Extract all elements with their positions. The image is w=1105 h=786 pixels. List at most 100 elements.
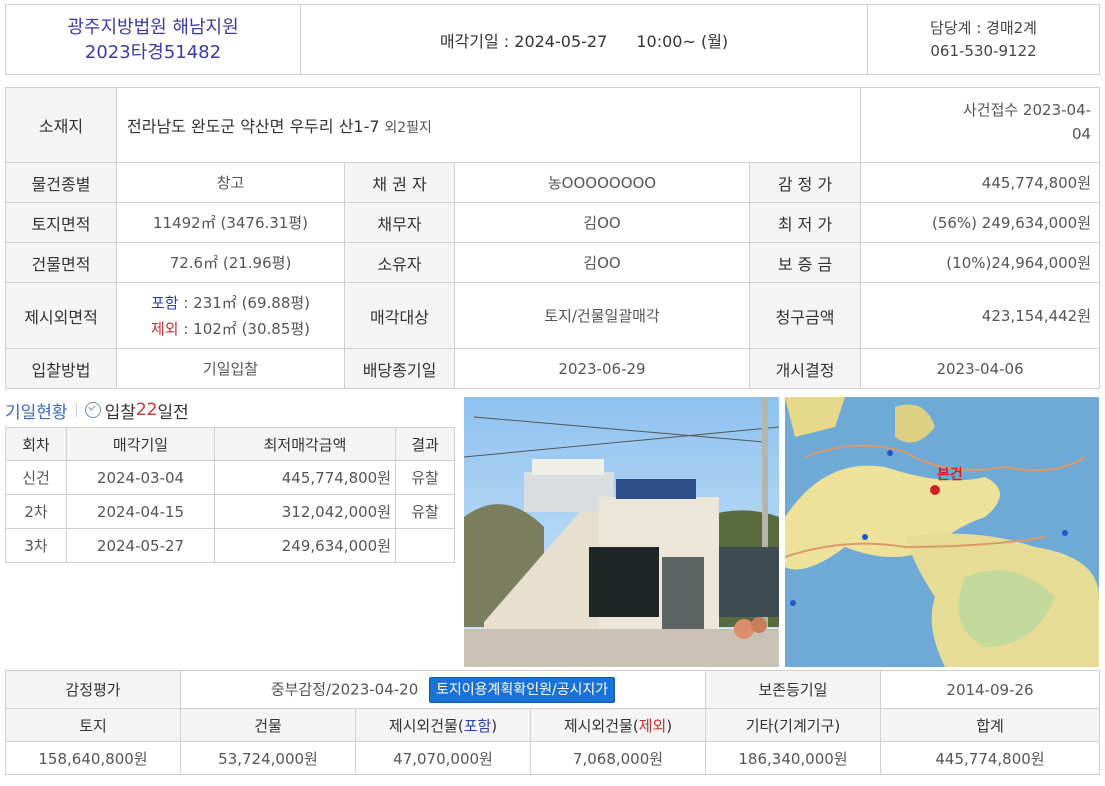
round: 3차 (5, 528, 67, 563)
owner: 김OO (454, 242, 750, 283)
row-label: 제시외면적 (5, 282, 117, 349)
address-extra: 외2필지 (384, 120, 432, 136)
property-type: 창고 (116, 162, 345, 203)
clock-check-icon (84, 402, 101, 418)
result (395, 528, 455, 563)
column-header: 매각기일 (66, 427, 215, 461)
row-label: 입찰방법 (5, 348, 117, 389)
row-label: 채 권 자 (344, 162, 455, 203)
sale-date: 매각기일 : 2024-05-27 (439, 31, 608, 51)
property-info-table: 소재지 전라남도 완도군 약산면 우두리 산1-7 외2필지 사건접수 2023… (5, 87, 1101, 389)
column-header: 토지 (5, 708, 181, 742)
column-header: 제시외건물(제외) (530, 708, 706, 742)
property-photo[interactable] (464, 397, 779, 667)
schedule-header: 기일현황 입찰 22 일전 (5, 398, 189, 423)
land-use-plan-button[interactable]: 토지이용계획확인원/공시지가 (429, 676, 616, 703)
bid-days: 22 (135, 400, 158, 420)
map-illustration: 본건 (785, 397, 1099, 667)
creditor: 농OOOOOOOO (454, 162, 750, 203)
column-header: 기타(기계기구) (705, 708, 881, 742)
info-row: 토지면적 11492㎡ (3476.31평) 채무자 김OO 최 저 가 (56… (5, 202, 1101, 243)
extra-excluded-value: 7,068,000원 (530, 741, 706, 775)
location-row: 소재지 전라남도 완도군 약산면 우두리 산1-7 외2필지 사건접수 2023… (5, 87, 1101, 163)
phone-number: 061-530-9122 (930, 41, 1037, 60)
map-marker-label: 본건 (937, 466, 963, 482)
included-label: 포함 (150, 293, 179, 312)
table-row: 2차 2024-04-15 312,042,000원 유찰 (5, 494, 455, 529)
extra-area: 포함 : 231㎡ (69.88평) 제외 : 102㎡ (30.85평) (116, 282, 345, 349)
sale-date: 2024-03-04 (66, 460, 215, 495)
column-header: 제시외건물(포함) (355, 708, 531, 742)
row-label: 소유자 (344, 242, 455, 283)
schedule-title: 기일현황 (5, 402, 68, 423)
row-label: 채무자 (344, 202, 455, 243)
column-header: 회차 (5, 427, 67, 461)
row-label: 물건종별 (5, 162, 117, 203)
commencement-date: 2023-04-06 (860, 348, 1101, 389)
min-price: 249,634,000원 (214, 528, 396, 563)
building-area: 72.6㎡ (21.96평) (116, 242, 345, 283)
row-label: 감 정 가 (748, 162, 862, 203)
bid-method: 기일입찰 (116, 348, 345, 389)
property-marker-icon (930, 485, 940, 495)
total-value: 445,774,800원 (880, 741, 1100, 775)
case-header: 광주지방법원 해남지원 2023타경51482 매각기일 : 2024-05-2… (5, 4, 1100, 75)
preservation-label: 보존등기일 (705, 670, 881, 709)
row-label: 최 저 가 (748, 202, 862, 243)
included-value: : 231㎡ (69.88평) (178, 293, 311, 312)
bid-suffix: 일전 (157, 402, 189, 423)
round: 2차 (5, 494, 67, 529)
contact-cell: 담당계 : 경매2계 061-530-9122 (867, 4, 1100, 75)
schedule-table: 회차 매각기일 최저매각금액 결과 신건 2024-03-04 445,774,… (5, 427, 455, 563)
minimum-price: (56%) 249,634,000원 (860, 202, 1101, 243)
sale-target: 토지/건물일괄매각 (454, 282, 750, 349)
row-label: 건물면적 (5, 242, 117, 283)
machinery-value: 186,340,000원 (705, 741, 881, 775)
round: 신건 (5, 460, 67, 495)
table-header-row: 회차 매각기일 최저매각금액 결과 (5, 427, 455, 461)
excluded-value: : 102㎡ (30.85평) (178, 319, 311, 338)
column-header: 최저매각금액 (214, 427, 396, 461)
info-row: 물건종별 창고 채 권 자 농OOOOOOOO 감 정 가 445,774,80… (5, 162, 1101, 203)
location-map[interactable]: 본건 (785, 397, 1099, 667)
preservation-date: 2014-09-26 (880, 670, 1100, 709)
address: 전라남도 완도군 약산면 우두리 산1-7 (127, 117, 380, 136)
result: 유찰 (395, 460, 455, 495)
min-price: 445,774,800원 (214, 460, 396, 495)
land-value: 158,640,800원 (5, 741, 181, 775)
sale-date: 2024-04-15 (66, 494, 215, 529)
appraisal-table: 감정평가 중부감정/2023-04-20 토지이용계획확인원/공시지가 보존등기… (5, 670, 1100, 775)
bid-prefix: 입찰 (104, 402, 136, 423)
row-label: 보 증 금 (748, 242, 862, 283)
location-label: 소재지 (5, 87, 117, 163)
row-label: 배당종기일 (344, 348, 455, 389)
case-number: 2023타경51482 (84, 41, 222, 63)
info-row: 제시외면적 포함 : 231㎡ (69.88평) 제외 : 102㎡ (30.8… (5, 282, 1101, 349)
deposit: (10%)24,964,000원 (860, 242, 1101, 283)
table-row: 3차 2024-05-27 249,634,000원 (5, 528, 455, 563)
appraisal-agency: 중부감정/2023-04-20 (270, 680, 419, 698)
table-row: 신건 2024-03-04 445,774,800원 유찰 (5, 460, 455, 495)
appraised-value: 445,774,800원 (860, 162, 1101, 203)
extra-included-value: 47,070,000원 (355, 741, 531, 775)
column-header: 건물 (180, 708, 356, 742)
divider (75, 403, 77, 417)
min-price: 312,042,000원 (214, 494, 396, 529)
appraisal-values-row: 158,640,800원 53,724,000원 47,070,000원 7,0… (5, 741, 1100, 775)
column-header: 합계 (880, 708, 1100, 742)
dividend-deadline: 2023-06-29 (454, 348, 750, 389)
building-value: 53,724,000원 (180, 741, 356, 775)
claim-amount: 423,154,442원 (860, 282, 1101, 349)
result: 유찰 (395, 494, 455, 529)
sale-date: 2024-05-27 (66, 528, 215, 563)
info-row: 입찰방법 기일입찰 배당종기일 2023-06-29 개시결정 2023-04-… (5, 348, 1101, 389)
column-header: 결과 (395, 427, 455, 461)
land-area: 11492㎡ (3476.31평) (116, 202, 345, 243)
row-label: 청구금액 (748, 282, 862, 349)
court-cell: 광주지방법원 해남지원 2023타경51482 (5, 4, 301, 75)
court-name: 광주지방법원 해남지원 (67, 16, 239, 38)
appraisal-summary-row: 감정평가 중부감정/2023-04-20 토지이용계획확인원/공시지가 보존등기… (5, 670, 1100, 709)
sale-time: 10:00~ (월) (636, 31, 729, 51)
department: 담당계 : 경매2계 (930, 18, 1037, 37)
receipt-date: 사건접수 2023-04- (962, 101, 1092, 119)
